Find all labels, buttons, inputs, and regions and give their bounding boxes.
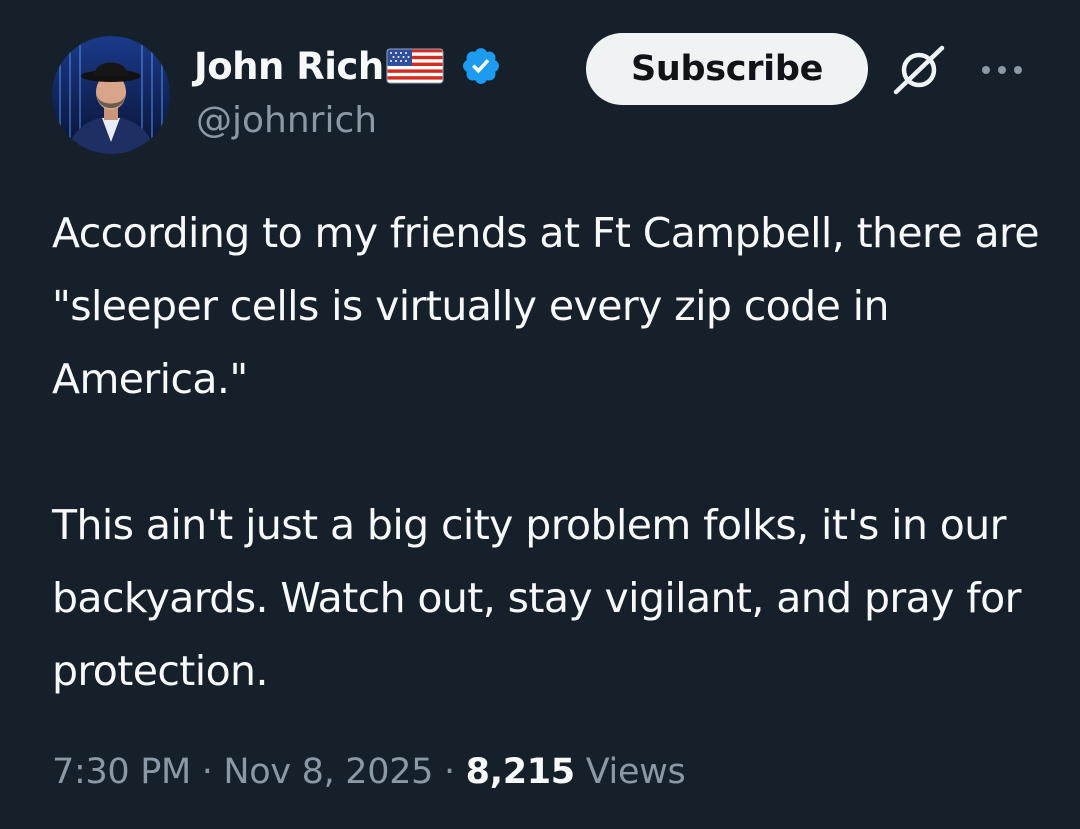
grok-icon[interactable] <box>890 44 948 96</box>
views-count[interactable]: 8,215 <box>466 752 576 792</box>
us-flag-icon <box>386 46 444 86</box>
tweet-paragraph: According to my friends at Ft Campbell, … <box>52 209 1040 403</box>
author-display-name[interactable]: John Rich <box>194 45 384 88</box>
more-options-icon[interactable] <box>978 60 1026 80</box>
meta-separator: · <box>201 752 213 792</box>
tweet-paragraph: This ain't just a big city problem folks… <box>52 501 1021 695</box>
tweet-meta: 7:30 PM · Nov 8, 2025 · 8,215 Views <box>52 752 686 792</box>
meta-separator: · <box>443 752 455 792</box>
verified-badge-icon[interactable] <box>460 45 502 87</box>
author-handle[interactable]: @johnrich <box>196 100 377 141</box>
subscribe-button[interactable]: Subscribe <box>586 33 868 105</box>
tweet-time[interactable]: 7:30 PM <box>52 752 191 792</box>
views-label: Views <box>585 752 686 792</box>
avatar[interactable] <box>52 36 170 154</box>
tweet-text: According to my friends at Ft Campbell, … <box>52 197 1042 708</box>
avatar-image <box>52 36 170 154</box>
tweet-card: John Rich @johnrich Subscribe According … <box>0 0 1080 829</box>
tweet-date[interactable]: Nov 8, 2025 <box>223 752 433 792</box>
author-name-row[interactable]: John Rich <box>194 40 502 92</box>
